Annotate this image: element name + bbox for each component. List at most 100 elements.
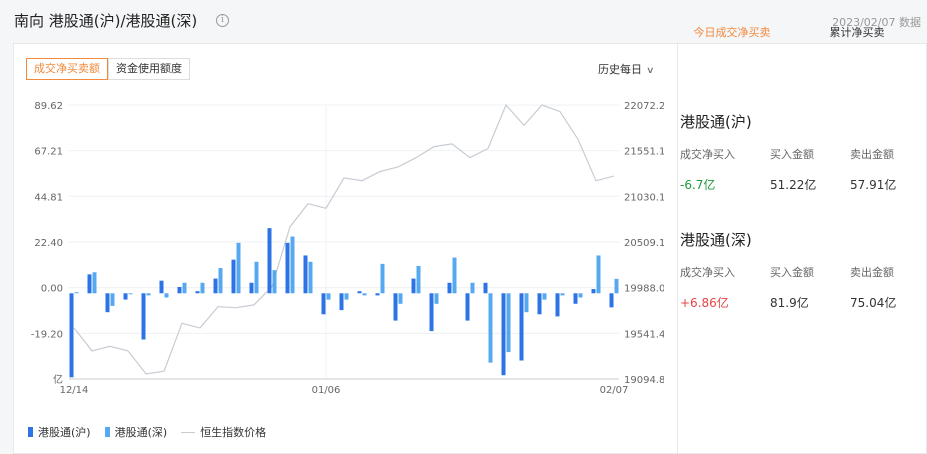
bar-sh	[429, 293, 434, 332]
buy-amount-value-sh: 51.22亿	[770, 178, 817, 192]
info-icon[interactable]: i	[216, 14, 229, 27]
buy-amount-value-sz: 81.9亿	[770, 296, 809, 310]
bar-sh	[573, 293, 578, 304]
legend-label-sh: 港股通(沪)	[38, 426, 91, 439]
bar-sz	[614, 278, 619, 294]
bar-sz	[290, 236, 295, 294]
header-sell-amount: 卖出金额	[850, 148, 894, 161]
left-axis-tick-label: 22.40	[34, 238, 63, 249]
bar-sh	[141, 293, 146, 340]
bar-sz	[596, 255, 601, 294]
legend-swatch-sh	[28, 427, 33, 437]
right-axis-tick-label: 19988.0	[624, 284, 664, 295]
bar-sz	[524, 293, 529, 313]
bar-sz	[110, 293, 115, 306]
bar-sh	[285, 242, 290, 294]
section-title-sh: 港股通(沪)	[680, 113, 752, 131]
history-period-select[interactable]: 历史每日 ∨	[598, 61, 655, 77]
bar-sh	[375, 293, 380, 296]
tab-net-buy-sell[interactable]: 成交净买卖额	[26, 58, 108, 80]
legend-swatch-sz	[104, 427, 110, 437]
section-values-sh: -6.7亿 51.22亿 57.91亿	[680, 176, 910, 193]
bar-sh	[105, 293, 110, 313]
header-sell-amount: 卖出金额	[850, 266, 894, 279]
bar-sz	[146, 293, 151, 296]
bar-sh	[483, 282, 488, 294]
bar-sz	[164, 293, 169, 298]
bar-sh	[177, 286, 182, 294]
bar-sz	[362, 293, 367, 296]
bar-sh	[501, 293, 506, 376]
panel-divider	[677, 44, 678, 453]
bar-sz	[470, 282, 475, 294]
bar-sz	[434, 293, 439, 304]
legend-item-hsi[interactable]: 恒生指数价格	[181, 424, 266, 440]
legend-item-sh[interactable]: 港股通(沪)	[28, 424, 91, 440]
sell-amount-value-sh: 57.91亿	[850, 178, 897, 192]
bar-sh	[267, 228, 272, 294]
bar-sh	[393, 293, 398, 321]
header-buy-amount: 买入金额	[770, 148, 814, 161]
left-axis-tick-label: 67.21	[34, 147, 63, 158]
bar-sh	[555, 293, 560, 317]
bar-sz	[488, 293, 493, 363]
tab-today-net[interactable]: 今日成交净买卖	[686, 24, 779, 40]
bar-sh	[339, 293, 344, 311]
legend-label-hsi: 恒生指数价格	[200, 426, 267, 439]
bar-sh	[411, 278, 416, 294]
tab-cumulative-net[interactable]: 累计净买卖	[822, 24, 893, 40]
bar-sh	[519, 293, 524, 361]
tab-capital-quota[interactable]: 资金使用额度	[108, 58, 190, 80]
bar-sz	[128, 293, 133, 295]
right-axis-tick-label: 21551.1	[624, 147, 664, 158]
bar-sz	[74, 292, 79, 294]
bar-sh	[321, 293, 326, 315]
net-flow-chart: 89.62 22072.2 67.21 21551.1 44.81 21030.1 22.4…	[31, 101, 664, 394]
bar-sh	[447, 282, 452, 294]
bar-sh	[123, 293, 128, 300]
chevron-down-icon: ∨	[646, 66, 655, 76]
bar-sz	[542, 293, 547, 300]
x-axis-tick-label: 12/14	[60, 385, 89, 394]
bar-sh	[213, 278, 218, 294]
left-axis-tick-label: -19.20	[31, 329, 63, 340]
bar-sz	[236, 242, 241, 294]
bar-sz	[92, 272, 97, 294]
bar-sz	[578, 293, 583, 298]
x-axis-tick-label: 01/06	[312, 385, 341, 394]
x-axis-tick-label: 02/07	[600, 385, 629, 394]
bar-sh	[249, 282, 254, 294]
bar-sh	[231, 259, 236, 294]
right-axis-tick-label: 21030.1	[624, 192, 664, 203]
summary-section-sh: 港股通(沪) 成交净买入 买入金额 卖出金额 -6.7亿 51.22亿 57.9…	[680, 111, 910, 193]
bar-sh	[609, 293, 614, 308]
sell-amount-value-sz: 75.04亿	[850, 296, 897, 310]
header-net-buy: 成交净买入	[680, 266, 735, 279]
summary-section-sz: 港股通(深) 成交净买入 买入金额 卖出金额 +6.86亿 81.9亿 75.0…	[680, 229, 910, 311]
net-buy-value-sz: +6.86亿	[680, 296, 729, 310]
bar-sz	[182, 282, 187, 294]
legend-item-sz[interactable]: 港股通(深)	[104, 424, 168, 440]
bar-sh	[357, 291, 362, 294]
right-axis-tick-label: 20509.1	[624, 238, 664, 249]
header-net-buy: 成交净买入	[680, 148, 735, 161]
legend-label-sz: 港股通(深)	[114, 426, 168, 439]
chart-tabs: 成交净买卖额 资金使用额度	[26, 58, 190, 80]
bar-sh	[159, 280, 164, 294]
bar-sh	[465, 293, 470, 321]
bar-sh	[195, 291, 200, 294]
history-select-label: 历史每日	[598, 63, 642, 76]
section-values-sz: +6.86亿 81.9亿 75.04亿	[680, 294, 910, 311]
legend-swatch-hsi	[181, 431, 196, 433]
bar-sz	[560, 293, 565, 296]
header-buy-amount: 买入金额	[770, 266, 814, 279]
section-headers-sz: 成交净买入 买入金额 卖出金额	[680, 264, 910, 280]
bar-sz	[398, 293, 403, 304]
bar-sh	[591, 289, 596, 294]
bar-sz	[344, 293, 349, 300]
right-axis-tick-label: 19094.8	[624, 375, 664, 386]
section-title-sz: 港股通(深)	[680, 231, 752, 249]
left-axis-tick-label: 89.62	[34, 101, 63, 112]
bar-sz	[380, 263, 385, 294]
left-axis-tick-label: 0.00	[41, 284, 63, 295]
